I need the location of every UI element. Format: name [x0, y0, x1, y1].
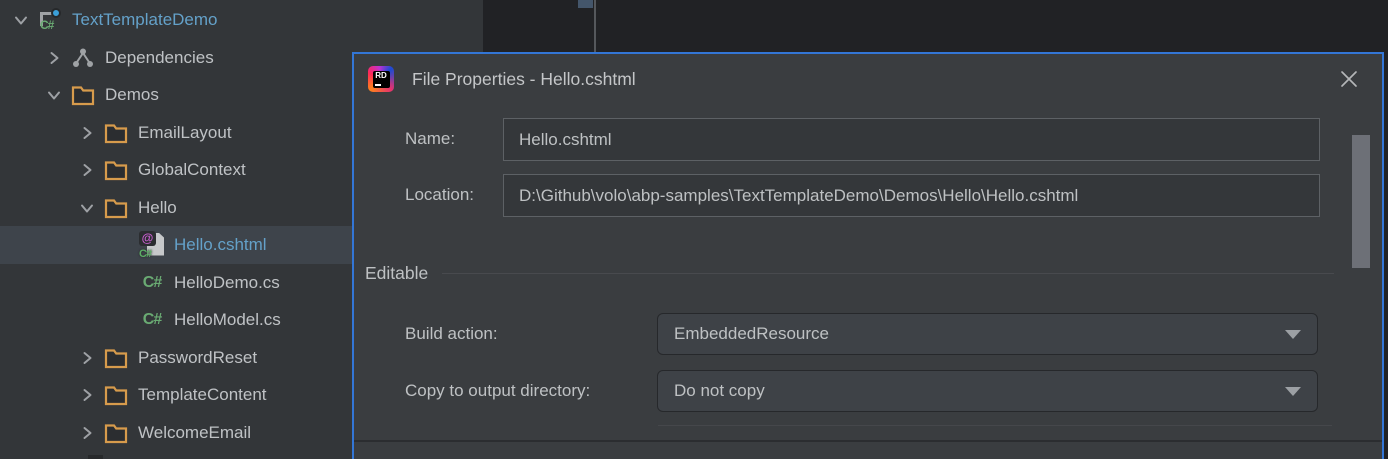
tree-item-label: TextTemplateDemo: [72, 10, 218, 30]
csharp-file-icon: C#: [138, 301, 166, 339]
tree-item-label: HelloDemo.cs: [174, 273, 280, 293]
dependencies-icon: [69, 39, 97, 77]
chevron-right-icon[interactable]: [39, 39, 69, 77]
tree-item-label: HelloModel.cs: [174, 310, 281, 330]
tree-item-label: PasswordReset: [138, 348, 257, 368]
rider-logo-icon: RD: [368, 66, 394, 92]
build-action-label: Build action:: [405, 313, 498, 355]
tree-item-label: Hello.cshtml: [174, 235, 267, 255]
close-icon[interactable]: [1336, 66, 1362, 92]
section-label: Editable: [365, 263, 428, 284]
folder-icon: [102, 151, 130, 189]
tree-item-label: TemplateContent: [138, 385, 267, 405]
chevron-down-icon[interactable]: [39, 76, 69, 114]
next-section-divider: [658, 425, 1332, 426]
dropdown-arrow-icon: [1285, 330, 1301, 339]
folder-icon: [69, 76, 97, 114]
folder-icon: [102, 189, 130, 227]
editor-divider: [594, 0, 596, 53]
tree-item-label: GlobalContext: [138, 160, 246, 180]
dialog-footer-divider: [354, 440, 1382, 442]
tree-item-label: EmailLayout: [138, 123, 232, 143]
chevron-right-icon[interactable]: [72, 376, 102, 414]
chevron-right-icon[interactable]: [72, 114, 102, 152]
csharp-file-icon: C#: [138, 264, 166, 302]
dialog-scrollbar-thumb[interactable]: [1352, 135, 1370, 268]
section-divider: [442, 273, 1334, 274]
chevron-right-icon[interactable]: [72, 414, 102, 452]
dropdown-arrow-icon: [1285, 387, 1301, 396]
chevron-right-icon[interactable]: [72, 151, 102, 189]
chevron-right-icon[interactable]: [72, 339, 102, 377]
folder-icon: [102, 114, 130, 152]
tree-item-label: WelcomeEmail: [138, 423, 251, 443]
dialog-title: File Properties - Hello.cshtml: [412, 69, 636, 90]
folder-icon: [102, 414, 130, 452]
build-action-value: EmbeddedResource: [674, 324, 829, 344]
ide-screen: C# TextTemplateDemo Dependencies Demos: [0, 0, 1388, 459]
folder-icon: [102, 339, 130, 377]
tree-item-label: Hello: [138, 198, 177, 218]
editable-section-header: Editable: [365, 252, 1334, 294]
razor-file-icon: @ C#: [138, 226, 166, 264]
chevron-down-icon[interactable]: [6, 1, 36, 39]
name-label: Name:: [405, 118, 455, 160]
build-action-dropdown[interactable]: EmbeddedResource: [657, 313, 1318, 355]
dialog-title-bar: RD File Properties - Hello.cshtml: [354, 54, 1382, 104]
name-input[interactable]: [503, 118, 1320, 161]
project-icon: C#: [36, 1, 64, 39]
tree-item-label: Demos: [105, 85, 159, 105]
copy-to-output-label: Copy to output directory:: [405, 370, 590, 412]
editor-scrollbar-thumb[interactable]: [578, 0, 593, 8]
file-properties-dialog: RD File Properties - Hello.cshtml Name: …: [352, 52, 1384, 459]
copy-to-output-dropdown[interactable]: Do not copy: [657, 370, 1318, 412]
partially-visible-tree-item: [88, 455, 103, 459]
chevron-down-icon[interactable]: [72, 189, 102, 227]
folder-icon: [102, 376, 130, 414]
tree-item-texttemplatedemo[interactable]: C# TextTemplateDemo: [0, 1, 483, 39]
location-label: Location:: [405, 174, 474, 216]
tree-item-label: Dependencies: [105, 48, 214, 68]
copy-to-output-value: Do not copy: [674, 381, 765, 401]
location-input[interactable]: [503, 174, 1320, 217]
